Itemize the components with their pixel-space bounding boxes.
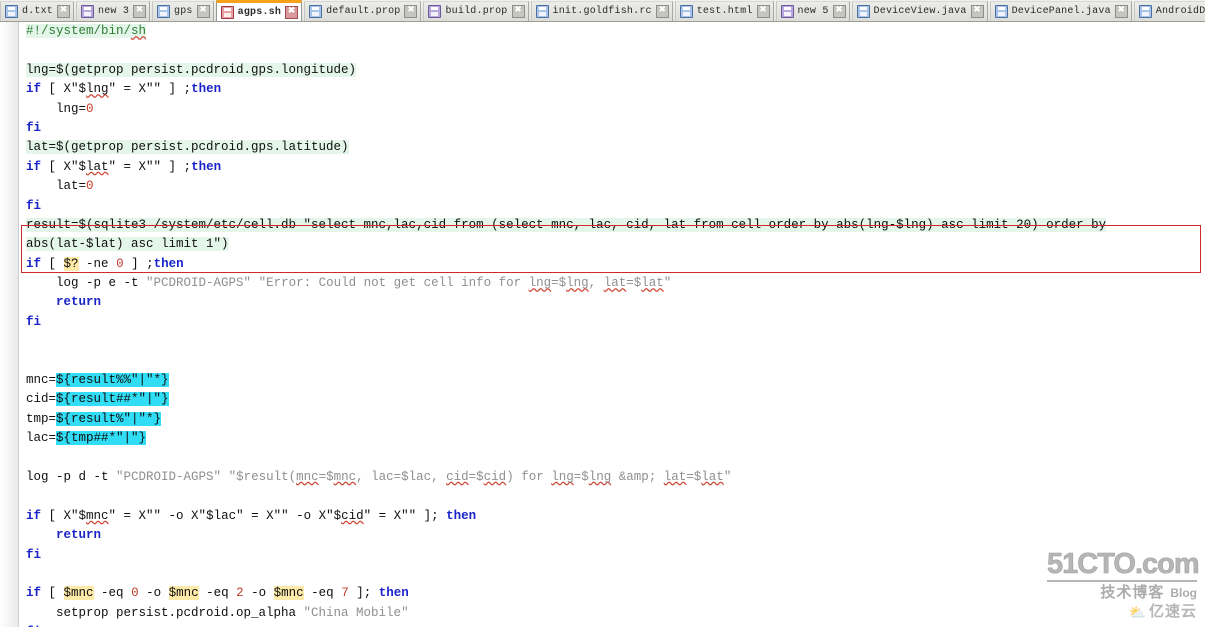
code-line[interactable] [0, 41, 1205, 60]
watermark: 51CTO.com 技术博客 Blog ⛅ 亿速云 [1047, 548, 1200, 621]
code-editor[interactable]: #!/system/bin/sh lng=$(getprop persist.p… [0, 22, 1205, 627]
save-icon-blue [5, 5, 18, 18]
save-icon-blue [157, 5, 171, 18]
close-icon[interactable]: ✖ [655, 5, 669, 18]
close-icon[interactable]: ✖ [404, 5, 418, 18]
code-line[interactable]: fi [0, 546, 1205, 565]
editor-tab-d-txt[interactable]: d.txt ✖ [0, 1, 75, 21]
editor-tab-label: DevicePanel.java [1011, 6, 1111, 17]
close-icon[interactable]: ✖ [57, 5, 71, 18]
editor-tab-default-prop[interactable]: default.prop ✖ [304, 1, 422, 21]
code-line[interactable]: abs(lat-$lat) asc limit 1") [0, 235, 1205, 254]
code-line[interactable] [0, 352, 1205, 371]
close-icon[interactable]: ✖ [970, 5, 984, 18]
code-line[interactable] [0, 487, 1205, 506]
save-icon-violet [780, 5, 794, 18]
code-line[interactable]: fi [0, 623, 1205, 627]
watermark-cn-text: 技术博客 [1100, 584, 1165, 601]
watermark-blog: Blog [1170, 586, 1197, 600]
code-line[interactable]: log -p d -t "PCDROID-AGPS" "$result(mnc=… [0, 468, 1205, 487]
code-line[interactable] [0, 332, 1205, 351]
editor-tab-label: init.goldfish.rc [552, 6, 652, 17]
code-line[interactable]: log -p e -t "PCDROID-AGPS" "Error: Could… [0, 274, 1205, 293]
editor-tab-label: DeviceView.java [873, 6, 967, 17]
watermark-rule [1047, 580, 1197, 582]
watermark-cn-text2: 亿速云 [1148, 603, 1197, 620]
editor-tab-label: d.txt [22, 6, 54, 17]
save-icon-red [220, 5, 234, 19]
editor-tab-label: new 5 [797, 6, 829, 17]
code-content[interactable]: #!/system/bin/sh lng=$(getprop persist.p… [0, 22, 1205, 627]
editor-tab-bar[interactable]: d.txt ✖ new 3 ✖ gps ✖ agps.sh ✖ default.prop ✖ bui… [0, 0, 1205, 22]
editor-tab-build-prop[interactable]: build.prop ✖ [423, 1, 529, 21]
code-line[interactable]: if [ $? -ne 0 ] ;then [0, 255, 1205, 274]
code-line[interactable]: if [ X"$lng" = X"" ] ;then [0, 80, 1205, 99]
code-line[interactable]: if [ X"$lat" = X"" ] ;then [0, 158, 1205, 177]
code-line[interactable]: #!/system/bin/sh [0, 22, 1205, 41]
code-line[interactable]: tmp=${result%"|"*} [0, 410, 1205, 429]
editor-tab-label: default.prop [326, 6, 401, 17]
save-icon-blue [535, 5, 549, 18]
code-line[interactable]: return [0, 293, 1205, 312]
editor-tab-deviceview-java[interactable]: DeviceView.java ✖ [851, 1, 988, 21]
code-line[interactable]: return [0, 526, 1205, 545]
close-icon[interactable]: ✖ [133, 5, 147, 18]
editor-tab-label: agps.sh [237, 6, 282, 18]
code-line[interactable]: lat=0 [0, 177, 1205, 196]
save-icon-blue [994, 5, 1008, 18]
editor-tab-label: build.prop [445, 6, 508, 17]
editor-tab-new-3[interactable]: new 3 ✖ [76, 1, 151, 21]
code-line[interactable] [0, 449, 1205, 468]
close-icon[interactable]: ✖ [196, 5, 210, 18]
close-icon[interactable]: ✖ [832, 5, 846, 18]
code-line[interactable]: cid=${result##*"|"} [0, 390, 1205, 409]
code-line[interactable]: lat=$(getprop persist.pcdroid.gps.latitu… [0, 138, 1205, 157]
code-line[interactable] [0, 565, 1205, 584]
close-icon[interactable]: ✖ [756, 5, 770, 18]
close-icon[interactable]: ✖ [511, 5, 525, 18]
watermark-site: 51CTO.com [1047, 548, 1200, 580]
code-line[interactable]: fi [0, 313, 1205, 332]
save-icon-blue [1138, 5, 1152, 18]
code-line[interactable]: setprop persist.pcdroid.op_alpha "China … [0, 604, 1205, 623]
cloud-icon: ⛅ [1128, 604, 1146, 620]
code-line[interactable]: lng=0 [0, 100, 1205, 119]
editor-tab-label: test.html [696, 6, 753, 17]
code-line[interactable]: lac=${tmp##*"|"} [0, 429, 1205, 448]
code-line[interactable]: if [ X"$mnc" = X"" -o X"$lac" = X"" -o X… [0, 507, 1205, 526]
code-line[interactable]: if [ $mnc -eq 0 -o $mnc -eq 2 -o $mnc -e… [0, 584, 1205, 603]
editor-tab-new-5[interactable]: new 5 ✖ [775, 1, 850, 21]
editor-tab-label: new 3 [98, 6, 130, 17]
editor-tab-agps-sh[interactable]: agps.sh ✖ [215, 0, 303, 21]
editor-tab-init-goldfish-rc[interactable]: init.goldfish.rc ✖ [530, 1, 673, 21]
save-icon-violet [81, 5, 95, 18]
save-icon-blue [856, 5, 870, 18]
editor-tab-devicepanel-java[interactable]: DevicePanel.java ✖ [989, 1, 1132, 21]
editor-tab-label: gps [174, 6, 193, 17]
editor-tab-label: AndroidDebugBridge.jav [1155, 6, 1205, 17]
code-line[interactable]: fi [0, 119, 1205, 138]
editor-tab-test-html[interactable]: test.html ✖ [674, 1, 774, 21]
editor-tab-androiddebugbridge-jav[interactable]: AndroidDebugBridge.jav✖ [1133, 1, 1205, 21]
save-icon-violet [428, 5, 442, 18]
code-line[interactable]: mnc=${result%%"|"*} [0, 371, 1205, 390]
save-icon-blue [309, 5, 323, 18]
code-line[interactable]: fi [0, 197, 1205, 216]
code-line[interactable]: lng=$(getprop persist.pcdroid.gps.longit… [0, 61, 1205, 80]
code-line[interactable]: result=$(sqlite3 /system/etc/cell.db "se… [0, 216, 1205, 235]
close-icon[interactable]: ✖ [1114, 5, 1128, 18]
save-icon-blue [679, 5, 693, 18]
editor-tab-gps[interactable]: gps ✖ [152, 1, 214, 21]
close-icon[interactable]: ✖ [285, 5, 299, 19]
